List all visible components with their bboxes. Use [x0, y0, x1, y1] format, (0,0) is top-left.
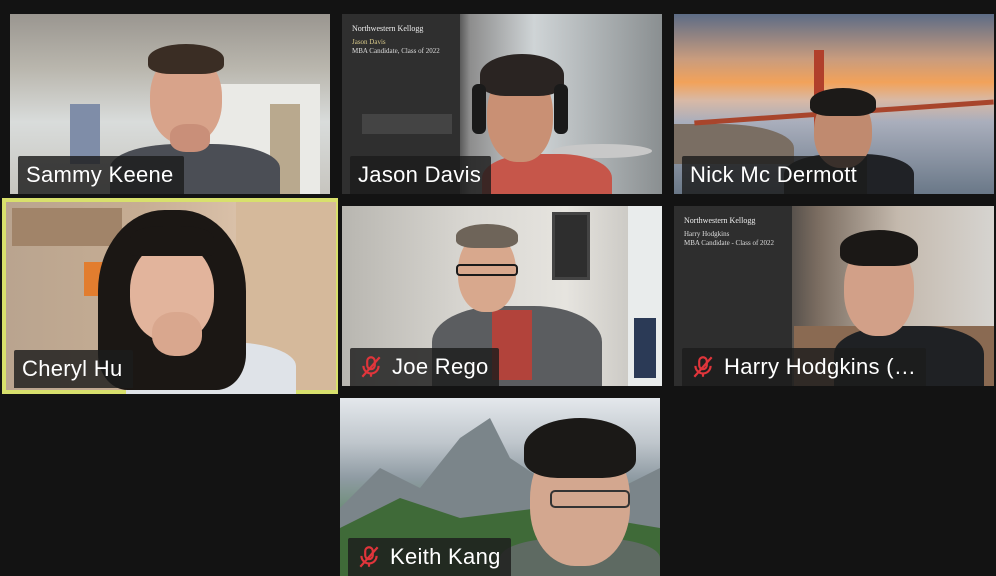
slide-name: Harry Hodgkins	[684, 230, 730, 238]
person-hair	[456, 224, 518, 248]
headphone-right	[554, 84, 568, 134]
video-tile-keith-kang[interactable]: Keith Kang	[340, 398, 660, 576]
video-tile-nick-mc-dermott[interactable]: Nick Mc Dermott	[674, 14, 994, 194]
headphone-left	[472, 84, 486, 134]
participant-name-label: Harry Hodgkins (…	[682, 348, 927, 386]
participant-name: Keith Kang	[390, 544, 501, 569]
slide-org: Northwestern Kellogg	[684, 216, 756, 225]
video-tile-harry-hodgkins[interactable]: Northwestern Kellogg Harry Hodgkins MBA …	[674, 206, 994, 386]
participant-name-label: Jason Davis	[350, 156, 492, 194]
slide-line1: MBA Candidate - Class of 2022	[684, 239, 775, 247]
fireplace	[362, 114, 452, 134]
video-tile-jason-davis[interactable]: Northwestern Kellogg Jason Davis MBA Can…	[342, 14, 662, 194]
participant-name-label: Sammy Keene	[18, 156, 184, 194]
participant-name: Cheryl Hu	[22, 356, 123, 381]
muted-microphone-icon	[690, 354, 716, 380]
participant-name: Sammy Keene	[26, 162, 174, 187]
participant-name: Nick Mc Dermott	[690, 162, 858, 187]
muted-microphone-icon	[356, 544, 382, 570]
muted-microphone-icon	[358, 354, 384, 380]
participant-name-label: Joe Rego	[350, 348, 499, 386]
person-hair	[840, 230, 918, 266]
cabinet	[12, 208, 122, 246]
slide-org: Northwestern Kellogg	[352, 24, 424, 33]
hand	[152, 312, 202, 356]
person-body	[482, 154, 612, 194]
slide-line1: MBA Candidate, Class of 2022	[352, 47, 440, 55]
glasses	[550, 490, 630, 508]
participant-name-label: Keith Kang	[348, 538, 511, 576]
hand	[170, 124, 210, 152]
participant-name: Joe Rego	[392, 354, 489, 379]
participant-name: Harry Hodgkins (…	[724, 354, 917, 379]
video-tile-joe-rego[interactable]: Joe Rego	[342, 206, 662, 386]
glasses	[456, 264, 518, 276]
person-hair	[810, 88, 876, 116]
poster	[70, 104, 100, 164]
video-tile-cheryl-hu[interactable]: Cheryl Hu	[2, 198, 338, 394]
participant-name-label: Nick Mc Dermott	[682, 156, 868, 194]
participant-name: Jason Davis	[358, 162, 482, 187]
bangs	[130, 226, 214, 256]
cap	[480, 54, 564, 96]
person-hair	[148, 44, 224, 74]
video-tile-sammy-keene[interactable]: Sammy Keene	[10, 14, 330, 194]
participant-name-label: Cheryl Hu	[14, 350, 133, 388]
picture-frame	[552, 212, 590, 280]
person-hair	[524, 418, 636, 478]
slide-name: Jason Davis	[352, 38, 386, 46]
bag	[634, 318, 656, 378]
